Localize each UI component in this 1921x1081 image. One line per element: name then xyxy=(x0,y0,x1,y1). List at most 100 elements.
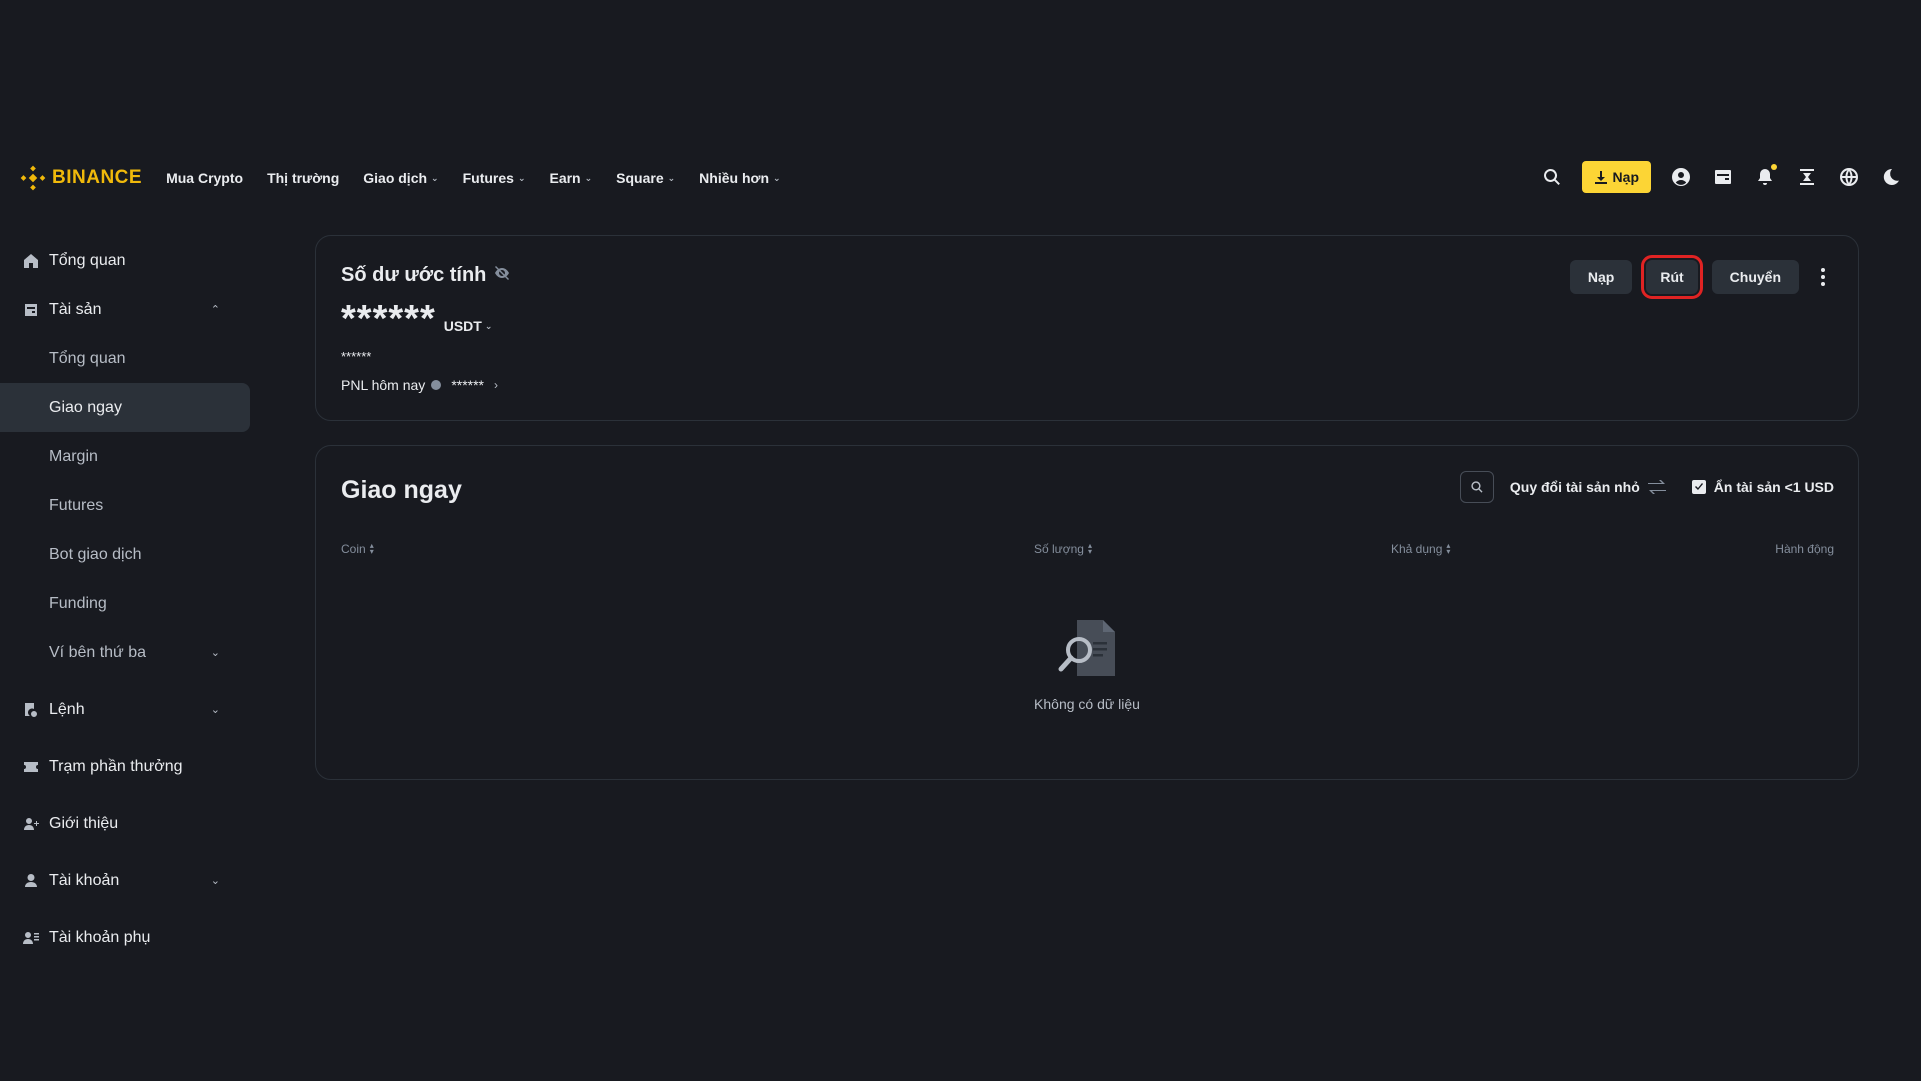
column-header-coin[interactable]: Coin ▴ ▾ xyxy=(341,541,374,557)
nav-trade[interactable]: Giao dịch ⌄ xyxy=(363,170,438,186)
sidebar-item-label: Trạm phần thưởng xyxy=(49,757,183,775)
sidebar-item-overview[interactable]: Tổng quan xyxy=(0,236,250,285)
spot-title: Giao ngay xyxy=(341,476,462,504)
nav-label: Futures xyxy=(462,170,514,186)
sidebar-sub-funding[interactable]: Funding xyxy=(0,579,250,628)
nav-earn[interactable]: Earn ⌄ xyxy=(549,170,592,186)
globe-icon[interactable] xyxy=(1837,165,1861,189)
sort-icon: ▴ ▾ xyxy=(1446,541,1451,556)
nav-square[interactable]: Square ⌄ xyxy=(616,170,675,186)
moon-icon[interactable] xyxy=(1879,165,1903,189)
sidebar-sub-spot[interactable]: Giao ngay xyxy=(0,383,250,432)
sub-account-icon xyxy=(22,929,40,947)
empty-state-text: Không có dữ liệu xyxy=(1034,696,1140,712)
orders-icon xyxy=(22,701,40,719)
hide-small-label: Ẩn tài sản <1 USD xyxy=(1713,479,1834,495)
sidebar-sub-third-party-wallet[interactable]: Ví bên thứ ba ⌄ xyxy=(0,628,250,677)
balance-value-row: ****** USDT ⌄ xyxy=(341,298,493,340)
sidebar-sub-label: Futures xyxy=(49,496,104,514)
nav-label: Earn xyxy=(549,170,581,186)
sidebar-sub-label: Funding xyxy=(49,594,107,612)
column-label: Hành động xyxy=(1775,542,1834,556)
eye-off-icon[interactable] xyxy=(494,264,510,287)
deposit-button[interactable]: Nạp xyxy=(1569,260,1633,294)
nav-label: Giao dịch xyxy=(363,170,428,186)
sidebar: Tổng quan Tài sản ⌃ Tổng quan Giao ngay … xyxy=(0,236,250,962)
sidebar-item-label: Giới thiệu xyxy=(49,814,119,832)
wallet-icon[interactable] xyxy=(1711,165,1735,189)
chevron-down-icon: ⌄ xyxy=(773,172,781,183)
nav-buy-crypto[interactable]: Mua Crypto xyxy=(166,170,243,186)
search-icon xyxy=(1471,481,1483,493)
withdraw-button[interactable]: Rút xyxy=(1641,255,1703,299)
balance-title-text: Số dư ước tính xyxy=(341,264,487,286)
sidebar-item-account[interactable]: Tài khoản ⌄ xyxy=(0,856,250,905)
nav-more[interactable]: Nhiều hơn ⌄ xyxy=(699,170,780,186)
transfer-button[interactable]: Chuyển xyxy=(1711,260,1799,294)
nav-label: Thị trường xyxy=(267,170,340,186)
spot-toolbar: Quy đổi tài sản nhỏ Ẩn tài sản <1 USD xyxy=(1459,471,1834,503)
sidebar-sub-label: Giao ngay xyxy=(49,398,122,416)
sidebar-item-orders[interactable]: Lệnh ⌄ xyxy=(0,685,250,734)
sidebar-sub-label: Bot giao dịch xyxy=(49,545,142,563)
binance-logo[interactable]: BINANCE xyxy=(20,165,142,191)
sort-icon: ▴ ▾ xyxy=(369,541,374,556)
chevron-up-icon: ⌃ xyxy=(210,304,220,316)
download-icon xyxy=(1594,171,1607,184)
user-icon xyxy=(22,872,40,890)
header-deposit-label: Nạp xyxy=(1612,169,1639,185)
sidebar-item-referral[interactable]: Giới thiệu xyxy=(0,799,250,848)
pnl-today-row[interactable]: PNL hôm nay ****** › xyxy=(341,377,498,393)
bell-icon[interactable] xyxy=(1753,164,1777,189)
home-icon xyxy=(22,252,40,270)
sidebar-sub-trading-bots[interactable]: Bot giao dịch xyxy=(0,530,250,579)
nav-markets[interactable]: Thị trường xyxy=(267,170,339,186)
column-label: Số lượng xyxy=(1034,542,1084,556)
column-header-available[interactable]: Khả dụng ▴ ▾ xyxy=(1391,541,1451,557)
header-deposit-button[interactable]: Nạp xyxy=(1581,161,1651,193)
nav-futures[interactable]: Futures ⌄ xyxy=(463,170,526,186)
currency-label: USDT xyxy=(443,318,482,334)
convert-label: Quy đổi tài sản nhỏ xyxy=(1509,479,1640,495)
transfer-icon[interactable] xyxy=(1795,165,1819,189)
sidebar-sub-futures[interactable]: Futures xyxy=(0,481,250,530)
sidebar-sub-label: Margin xyxy=(49,447,98,465)
search-icon[interactable] xyxy=(1540,165,1564,189)
sidebar-sub-margin[interactable]: Margin xyxy=(0,432,250,481)
chevron-down-icon: ⌄ xyxy=(210,647,220,659)
no-data-icon xyxy=(1058,620,1115,676)
sort-icon: ▴ ▾ xyxy=(1087,541,1092,556)
sidebar-sub-overview[interactable]: Tổng quan xyxy=(0,334,250,383)
asset-search-button[interactable] xyxy=(1459,471,1494,503)
user-icon[interactable] xyxy=(1669,165,1693,189)
column-header-amount[interactable]: Số lượng ▴ ▾ xyxy=(1034,541,1092,557)
sidebar-sub-label: Tổng quan xyxy=(49,349,126,367)
more-options-icon[interactable] xyxy=(1813,260,1833,294)
sidebar-item-label: Tổng quan xyxy=(49,251,126,269)
sidebar-item-rewards[interactable]: Trạm phần thưởng xyxy=(0,742,250,791)
chevron-down-icon: ⌄ xyxy=(431,172,439,183)
chevron-down-icon: ⌄ xyxy=(517,172,526,183)
currency-select[interactable]: USDT ⌄ xyxy=(444,318,493,336)
chevron-down-icon: ⌄ xyxy=(210,875,220,887)
chevron-down-icon: ⌄ xyxy=(484,320,493,331)
empty-state: Không có dữ liệu xyxy=(316,616,1858,712)
sidebar-item-label: Lệnh xyxy=(49,700,85,718)
swap-icon xyxy=(1647,480,1666,494)
convert-small-assets-button[interactable]: Quy đổi tài sản nhỏ xyxy=(1510,479,1666,495)
nav-label: Nhiều hơn xyxy=(699,170,770,186)
sidebar-item-assets[interactable]: Tài sản ⌃ xyxy=(0,285,250,334)
chevron-down-icon: ⌄ xyxy=(667,172,676,183)
hide-small-assets-toggle[interactable]: Ẩn tài sản <1 USD xyxy=(1691,479,1834,495)
top-nav: BINANCE Mua Crypto Thị trường Giao dịch ⌄… xyxy=(0,150,1921,206)
info-icon[interactable] xyxy=(431,380,442,390)
checkbox-checked[interactable] xyxy=(1691,480,1706,494)
sidebar-item-sub-account[interactable]: Tài khoản phụ xyxy=(0,913,250,962)
column-label: Khả dụng xyxy=(1391,542,1443,556)
binance-logo-icon xyxy=(20,165,46,191)
balance-value: ****** xyxy=(341,298,436,340)
sidebar-item-label: Tài sản xyxy=(49,300,102,318)
nav-label: Mua Crypto xyxy=(166,170,244,186)
sidebar-sub-label: Ví bên thứ ba xyxy=(49,643,146,661)
column-label: Coin xyxy=(341,542,366,556)
